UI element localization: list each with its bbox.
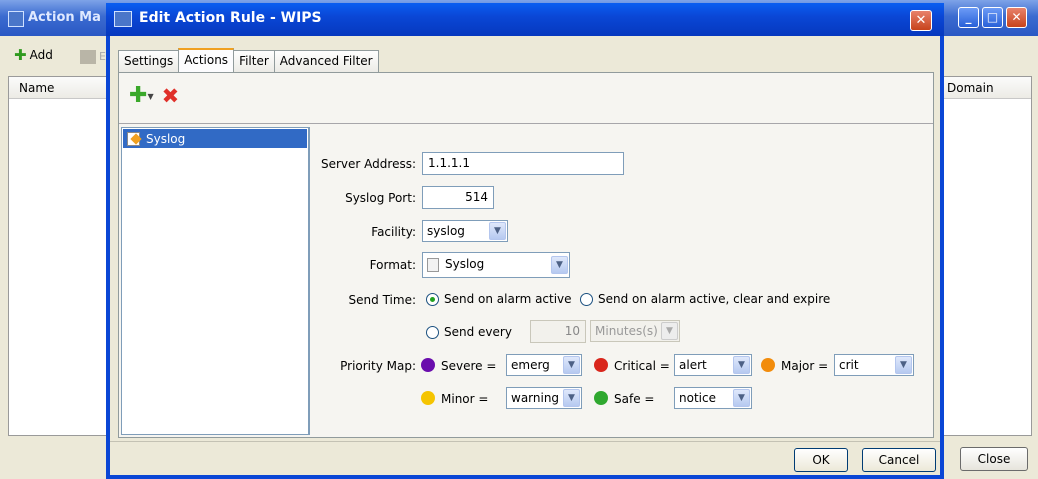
server-address-label: Server Address: [321,157,416,171]
minor-color-icon [421,391,435,405]
syslog-port-label: Syslog Port: [345,191,416,205]
add-icon: ✚ [14,46,27,64]
major-color-icon [761,358,775,372]
ok-button[interactable]: OK [794,448,848,472]
tab-advanced-filter[interactable]: Advanced Filter [273,50,379,72]
edit-icon[interactable] [80,50,96,64]
minor-select[interactable]: warning ▼ [506,387,582,409]
chevron-down-icon: ▼ [895,356,912,374]
app-icon [8,11,24,27]
maximize-icon[interactable]: □ [982,7,1003,28]
chevron-down-icon: ▼ [733,389,750,407]
minimize-icon[interactable]: _ [958,7,979,28]
facility-value: syslog [427,224,465,238]
safe-value: notice [679,391,716,405]
critical-color-icon [594,358,608,372]
severe-label: Severe = [441,359,497,373]
list-item-label: Syslog [146,131,186,146]
tab-bar: Settings Actions Filter Advanced Filter [118,48,379,72]
close-button[interactable]: Close [960,447,1028,471]
critical-select[interactable]: alert ▼ [674,354,752,376]
rules-table-right[interactable]: Domain [940,76,1032,436]
severe-value: emerg [511,358,550,372]
safe-label: Safe = [614,392,655,406]
add-label: Add [29,48,53,62]
radio-icon [426,325,439,339]
dialog-app-icon [114,11,132,27]
rules-table[interactable]: Name [8,76,108,436]
minor-value: warning [511,391,560,405]
dialog-title: Edit Action Rule - WIPS [139,10,322,26]
column-header-domain[interactable]: Domain [941,77,1031,99]
priority-map-label: Priority Map: [340,359,416,373]
action-list[interactable]: Syslog [121,127,309,435]
chevron-down-icon: ▼ [489,222,506,240]
background-window-title: Action Ma [28,10,101,25]
send-time-label: Send Time: [348,293,416,307]
minor-label: Minor = [441,392,489,406]
syslog-form: Server Address: 1.1.1.1 Syslog Port: 514… [309,127,931,435]
toolbar-divider [119,123,933,124]
dialog-close-icon[interactable]: ✕ [910,10,932,31]
list-item[interactable]: Syslog [123,129,307,148]
dialog-footer-divider [110,441,940,442]
radio-label: Send on alarm active [444,292,572,306]
chevron-down-icon[interactable]: ▼ [147,92,153,101]
add-button[interactable]: ✚ Add [14,46,53,64]
facility-select[interactable]: syslog ▼ [422,220,508,242]
add-action-icon[interactable]: ✚ [129,85,147,107]
format-select[interactable]: Syslog ▼ [422,252,570,278]
chevron-down-icon: ▼ [563,356,580,374]
cancel-button[interactable]: Cancel [862,448,936,472]
format-value: Syslog [445,257,485,271]
radio-selected-icon [426,292,439,306]
background-toolbar: ✚ Add Ed [8,44,113,70]
critical-value: alert [679,358,707,372]
send-every-input[interactable]: 10 [530,320,586,343]
severe-color-icon [421,358,435,372]
actions-toolbar: ✚ ▼ ✖ [129,85,180,107]
major-select[interactable]: crit ▼ [834,354,914,376]
tab-settings[interactable]: Settings [118,50,180,72]
chevron-down-icon: ▼ [661,322,678,340]
send-every-unit-select[interactable]: Minutes(s) ▼ [590,320,680,342]
actions-panel: ✚ ▼ ✖ Syslog Server Address: 1.1.1.1 Sys… [118,72,934,438]
server-address-input[interactable]: 1.1.1.1 [422,152,624,175]
chevron-down-icon: ▼ [733,356,750,374]
syslog-port-input[interactable]: 514 [422,186,494,209]
edit-document-icon [127,131,140,146]
severe-select[interactable]: emerg ▼ [506,354,582,376]
major-value: crit [839,358,859,372]
document-icon [427,257,439,272]
chevron-down-icon: ▼ [551,256,568,274]
edit-action-rule-dialog: Edit Action Rule - WIPS ✕ Settings Actio… [106,3,944,479]
tab-actions[interactable]: Actions [178,48,235,72]
chevron-down-icon: ▼ [563,389,580,407]
major-label: Major = [781,359,829,373]
safe-select[interactable]: notice ▼ [674,387,752,409]
radio-icon [580,292,593,306]
tab-filter[interactable]: Filter [233,50,275,72]
send-on-alarm-clear-expire-radio[interactable]: Send on alarm active, clear and expire [580,292,830,306]
dialog-title-bar[interactable]: Edit Action Rule - WIPS ✕ [106,3,944,36]
close-icon[interactable]: ✕ [1006,7,1027,28]
radio-label: Send on alarm active, clear and expire [598,292,831,306]
safe-color-icon [594,391,608,405]
radio-label: Send every [444,325,512,339]
column-header-name[interactable]: Name [9,77,107,99]
send-every-radio[interactable]: Send every [426,325,512,339]
send-on-alarm-active-radio[interactable]: Send on alarm active [426,292,572,306]
send-every-unit-value: Minutes(s) [595,324,658,338]
facility-label: Facility: [371,225,416,239]
format-label: Format: [369,258,416,272]
delete-action-icon[interactable]: ✖ [162,86,180,107]
critical-label: Critical = [614,359,670,373]
